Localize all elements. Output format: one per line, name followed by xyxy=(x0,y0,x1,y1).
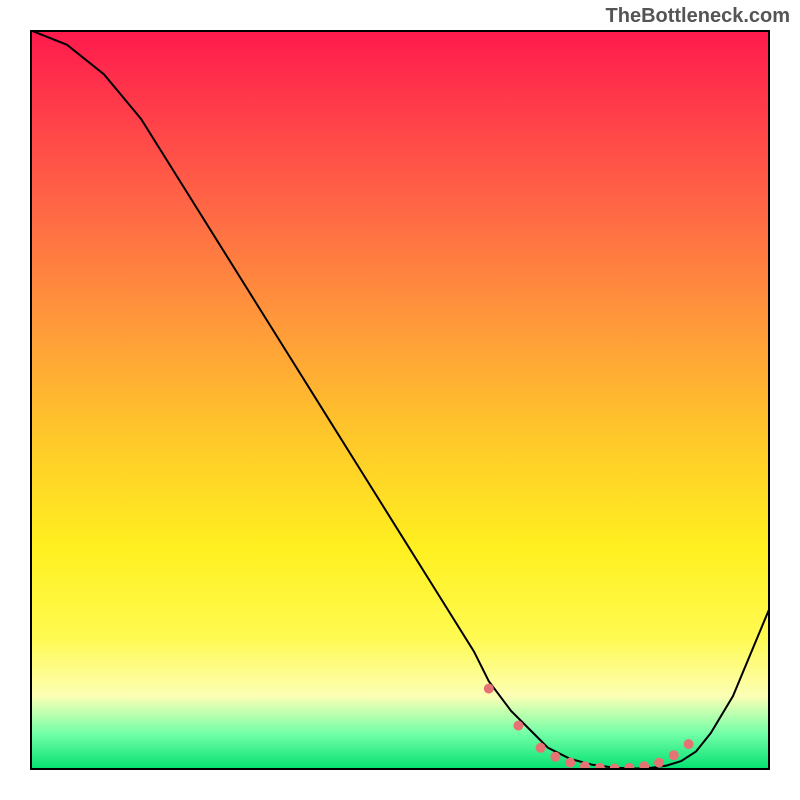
highlight-dot xyxy=(639,761,649,770)
highlight-dot xyxy=(610,764,620,771)
chart-container xyxy=(30,30,770,770)
chart-svg xyxy=(30,30,770,770)
highlight-dot xyxy=(654,758,664,768)
highlight-dot xyxy=(624,763,634,770)
bottleneck-curve xyxy=(30,30,770,769)
watermark-text: TheBottleneck.com xyxy=(606,5,790,28)
highlight-dot xyxy=(684,739,694,749)
highlight-dot xyxy=(595,763,605,770)
highlight-dot xyxy=(669,750,679,760)
highlight-dot xyxy=(565,758,575,768)
highlight-dot xyxy=(550,752,560,762)
highlight-dot xyxy=(536,743,546,753)
highlight-dot xyxy=(484,684,494,694)
highlight-dots xyxy=(484,684,694,770)
highlight-dot xyxy=(513,721,523,731)
